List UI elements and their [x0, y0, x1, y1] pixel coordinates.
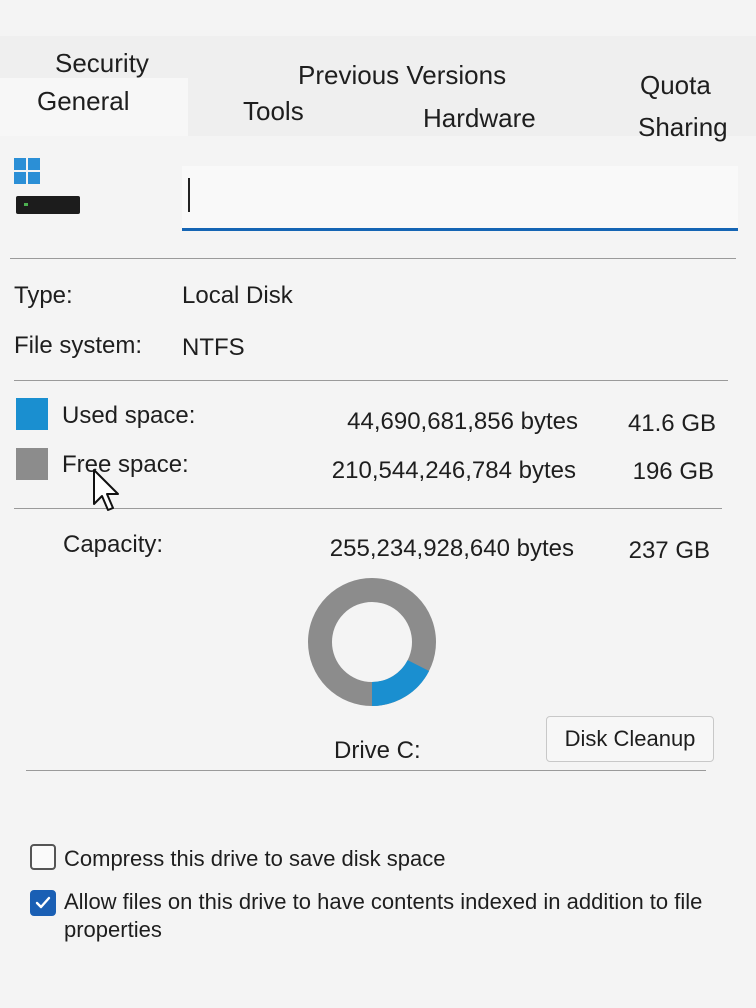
drive-letter-label: Drive C:: [334, 737, 421, 764]
tab-sharing[interactable]: Sharing: [638, 112, 728, 143]
checkmark-icon: [35, 896, 51, 909]
free-space-label: Free space:: [62, 451, 189, 478]
mouse-pointer-icon: [93, 469, 119, 511]
disk-cleanup-button[interactable]: Disk Cleanup: [546, 716, 714, 762]
tab-hardware[interactable]: Hardware: [423, 103, 536, 134]
used-space-bytes: 44,690,681,856 bytes: [347, 408, 578, 435]
index-contents-checkbox[interactable]: [30, 890, 56, 916]
drive-icon: [14, 156, 84, 218]
capacity-label: Capacity:: [63, 531, 164, 558]
divider: [14, 380, 728, 381]
divider: [10, 258, 736, 259]
free-space-bytes: 210,544,246,784 bytes: [331, 457, 576, 484]
capacity-size: 237 GB: [628, 537, 710, 564]
compress-drive-label: Compress this drive to save disk space: [64, 846, 446, 871]
used-space-swatch: [16, 398, 48, 430]
drive-name-input[interactable]: [182, 166, 738, 231]
tab-quota[interactable]: Quota: [640, 70, 711, 101]
tab-security[interactable]: Security: [55, 48, 149, 79]
tab-tools[interactable]: Tools: [243, 96, 304, 127]
free-space-size: 196 GB: [632, 458, 714, 485]
tab-general[interactable]: General: [37, 86, 130, 117]
divider: [26, 770, 706, 771]
used-space-label: Used space:: [62, 402, 196, 429]
capacity-bytes: 255,234,928,640 bytes: [329, 535, 574, 562]
type-label: Type:: [14, 282, 73, 309]
text-caret: [188, 178, 190, 212]
file-system-label: File system:: [14, 332, 143, 359]
tab-previous-versions[interactable]: Previous Versions: [298, 60, 506, 91]
index-contents-label: Allow files on this drive to have conten…: [64, 889, 703, 942]
used-space-size: 41.6 GB: [627, 410, 716, 437]
usage-donut-chart: [308, 578, 436, 706]
free-space-swatch: [16, 448, 48, 480]
type-value: Local Disk: [182, 282, 293, 309]
compress-drive-checkbox[interactable]: [30, 844, 56, 870]
file-system-value: NTFS: [182, 334, 245, 361]
